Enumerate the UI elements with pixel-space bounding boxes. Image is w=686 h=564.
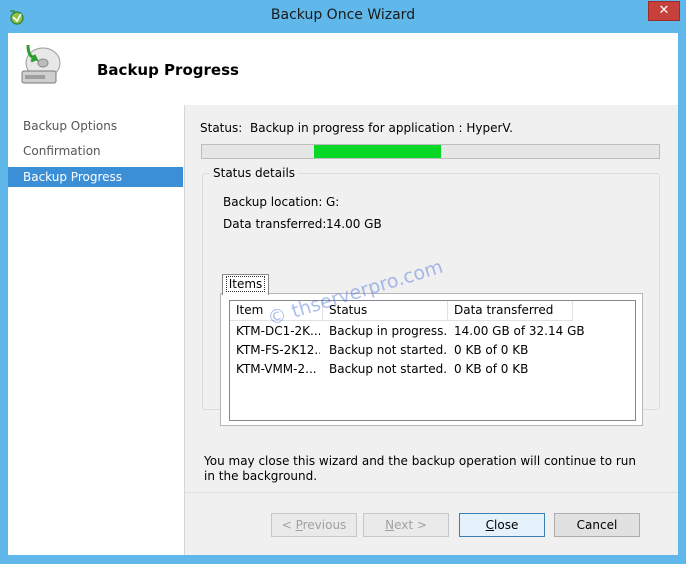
main-panel: Status: Backup in progress for applicati… <box>185 105 678 492</box>
backup-location-label: Backup location: <box>223 195 323 209</box>
title-bar[interactable]: Backup Once Wizard ✕ <box>0 0 686 33</box>
nav-item-confirmation[interactable]: Confirmation <box>8 141 183 161</box>
tab-items-label: Items <box>225 276 266 292</box>
tab-items[interactable]: Items <box>222 274 269 295</box>
window-title: Backup Once Wizard <box>270 7 416 23</box>
page-title: Backup Progress <box>97 61 239 79</box>
close-button[interactable]: Close <box>459 513 545 537</box>
status-label: Status: <box>200 121 243 135</box>
backup-location-value: G: <box>326 195 340 209</box>
previous-accesskey: P <box>295 518 303 532</box>
close-suffix: lose <box>494 518 519 532</box>
next-accesskey: N <box>385 518 395 532</box>
column-header-data-transferred[interactable]: Data transferred <box>448 301 573 321</box>
wizard-window: Backup Once Wizard ✕ Backup Progress Bac… <box>0 0 686 564</box>
close-icon: ✕ <box>658 3 670 18</box>
status-text: Backup in progress for application : Hyp… <box>250 121 513 135</box>
status-details-legend: Status details <box>210 166 299 180</box>
row-item-name: KTM-VMM-2... <box>236 362 317 376</box>
next-button[interactable]: Next > <box>363 513 449 537</box>
close-wizard-note: You may close this wizard and the backup… <box>204 454 636 483</box>
progress-bar <box>201 144 660 159</box>
nav-item-backup-progress[interactable]: Backup Progress <box>8 167 183 187</box>
data-transferred-value: 14.00 GB <box>326 217 382 231</box>
backup-drive-icon <box>21 44 61 84</box>
wizard-header: Backup Progress <box>8 33 678 105</box>
previous-prefix: < <box>281 518 296 532</box>
row-item-name: KTM-FS-2K12... <box>236 343 320 357</box>
row-item-status: Backup not started. <box>329 343 446 357</box>
row-item-transferred: 14.00 GB of 32.14 GB <box>454 324 585 338</box>
wizard-client-area: Backup Progress Backup Options Confirmat… <box>8 33 678 555</box>
row-item-transferred: 0 KB of 0 KB <box>454 343 529 357</box>
row-item-transferred: 0 KB of 0 KB <box>454 362 529 376</box>
next-suffix: ext > <box>394 518 427 532</box>
row-item-status: Backup not started. <box>329 362 446 376</box>
cancel-button[interactable]: Cancel <box>554 513 640 537</box>
previous-button[interactable]: < Previous <box>271 513 357 537</box>
close-accesskey: C <box>485 518 495 532</box>
data-transferred-label: Data transferred: <box>223 217 327 231</box>
wizard-nav: Backup Options Confirmation Backup Progr… <box>8 105 185 555</box>
progress-marquee <box>314 145 441 158</box>
nav-item-backup-options[interactable]: Backup Options <box>8 116 183 136</box>
row-item-status: Backup in progress... <box>329 324 446 338</box>
previous-suffix: revious <box>302 518 347 532</box>
window-close-button[interactable]: ✕ <box>648 1 680 21</box>
